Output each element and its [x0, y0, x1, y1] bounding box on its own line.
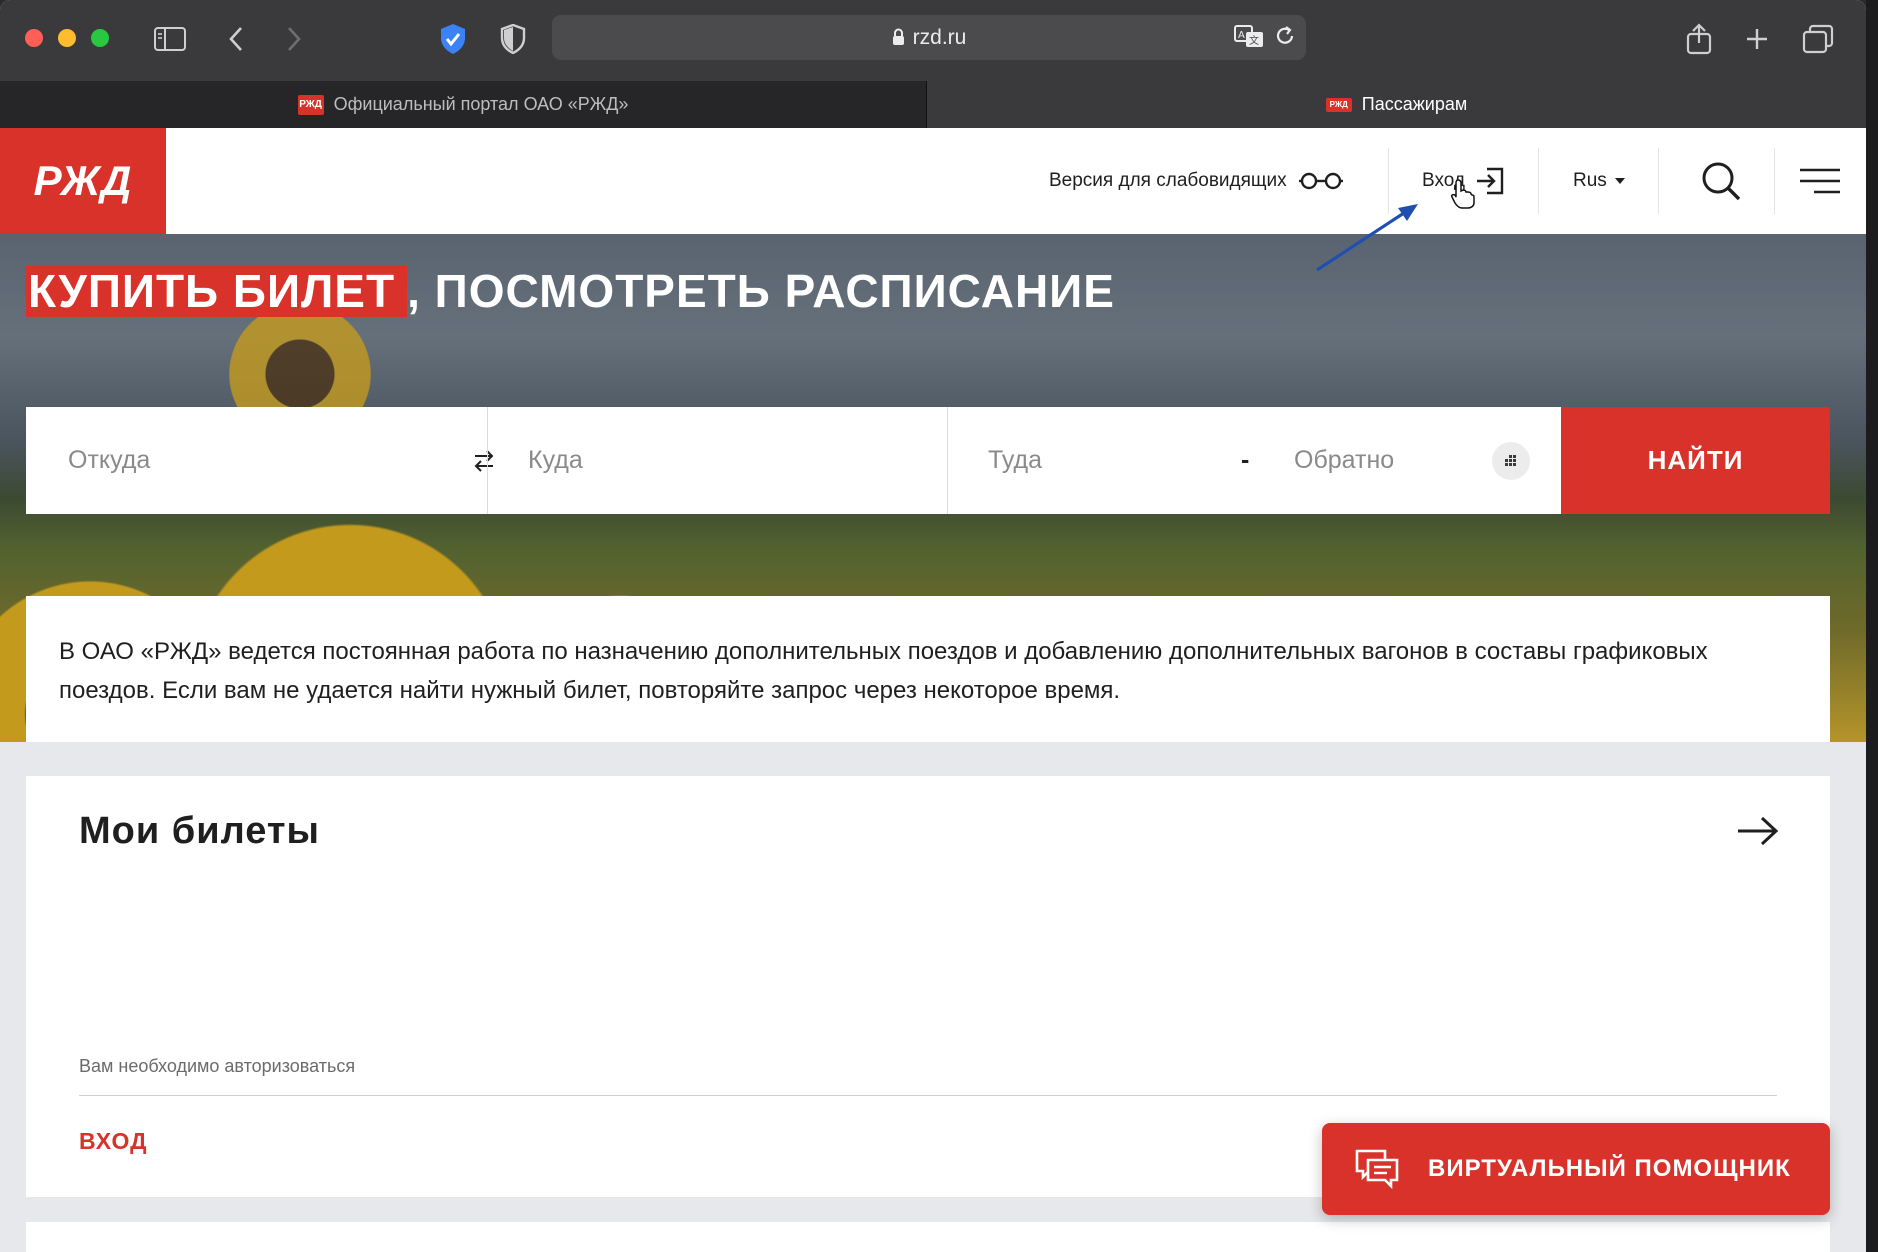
depart-date-field[interactable]: Туда [988, 407, 1042, 514]
browser-toolbar: rzd.ru A文 [0, 0, 1866, 81]
language-selector[interactable]: Rus [1573, 128, 1625, 234]
virtual-assistant-button[interactable]: ВИРТУАЛЬНЫЙ ПОМОЩНИК [1322, 1123, 1830, 1215]
accessibility-version-link[interactable]: Версия для слабовидящих [1049, 128, 1343, 234]
share-icon[interactable] [1684, 20, 1714, 58]
arrow-right-icon[interactable] [1737, 816, 1779, 851]
to-field[interactable]: Куда [528, 407, 583, 514]
sidebar-icon[interactable] [152, 20, 188, 58]
tab-label: Официальный портал ОАО «РЖД» [333, 94, 629, 114]
auth-hint: Вам необходимо авторизоваться [79, 1056, 356, 1076]
browser-window: rzd.ru A文 РЖД Официальный портал ОАО «РЖ… [0, 0, 1866, 1252]
hero-banner: КУПИТЬ БИЛЕТ, ПОСМОТРЕТЬ РАСПИСАНИЕ Отку… [0, 234, 1866, 742]
scrollbar[interactable] [1866, 0, 1878, 1252]
tab-rzd-portal[interactable]: РЖД Официальный портал ОАО «РЖД» [0, 81, 927, 128]
divider [79, 1095, 1777, 1096]
url-domain: rzd.ru [912, 26, 967, 49]
chat-icon [1354, 1148, 1400, 1190]
ticket-search-form: Откуда Куда Туда - Обратно НАЙТИ [26, 407, 1830, 514]
close-window-button[interactable] [25, 29, 43, 47]
rzd-favicon: РЖД [1325, 97, 1352, 112]
accessibility-label: Версия для слабовидящих [1049, 170, 1287, 191]
tab-label: Пассажирам [1361, 94, 1468, 114]
new-tab-icon[interactable] [1742, 20, 1772, 58]
zoom-window-button[interactable] [91, 29, 109, 47]
shield-check-icon[interactable] [438, 20, 468, 58]
field-divider [947, 407, 948, 514]
hero-title: КУПИТЬ БИЛЕТ, ПОСМОТРЕТЬ РАСПИСАНИЕ [26, 264, 1115, 318]
info-notice: В ОАО «РЖД» ведется постоянная работа по… [26, 596, 1830, 742]
header-divider [1774, 148, 1775, 214]
rzd-logo[interactable]: РЖД [0, 128, 166, 234]
reload-icon[interactable] [1270, 17, 1300, 55]
date-range-dash: - [1241, 446, 1250, 474]
notice-text: В ОАО «РЖД» ведется постоянная работа по… [59, 638, 1708, 704]
hero-title-highlight: КУПИТЬ БИЛЕТ [26, 265, 408, 317]
my-tickets-title: Мои билеты [79, 810, 320, 852]
next-card [26, 1222, 1830, 1252]
lock-icon [892, 17, 905, 62]
glasses-icon [1298, 172, 1343, 190]
login-icon [1475, 166, 1505, 196]
svg-text:文: 文 [1249, 34, 1259, 47]
rzd-favicon: РЖД [297, 94, 324, 115]
dropdown-caret-icon [1614, 178, 1625, 184]
header-divider [1538, 148, 1539, 214]
find-button[interactable]: НАЙТИ [1561, 407, 1830, 514]
translate-icon[interactable]: A文 [1232, 17, 1266, 55]
svg-text:A: A [1238, 30, 1245, 41]
return-date-field[interactable]: Обратно [1294, 407, 1394, 514]
header-divider [1658, 148, 1659, 214]
field-divider [487, 407, 488, 514]
calendar-icon[interactable] [1492, 407, 1530, 514]
pointer-cursor-icon [1451, 179, 1475, 209]
assistant-label: ВИРТУАЛЬНЫЙ ПОМОЩНИК [1428, 1155, 1791, 1182]
hero-title-rest: , ПОСМОТРЕТЬ РАСПИСАНИЕ [407, 265, 1115, 317]
back-icon[interactable] [222, 20, 250, 58]
language-label: Rus [1573, 170, 1607, 191]
search-icon[interactable] [1700, 128, 1742, 234]
tab-overview-icon[interactable] [1801, 20, 1835, 58]
site-header: РЖД Версия для слабовидящих Вход Rus [0, 128, 1866, 234]
forward-icon[interactable] [280, 20, 308, 58]
annotation-arrow-icon [1316, 204, 1418, 272]
tab-passengers[interactable]: РЖД Пассажирам [927, 81, 1866, 128]
menu-icon[interactable] [1800, 128, 1840, 234]
minimize-window-button[interactable] [58, 29, 76, 47]
tab-bar: РЖД Официальный портал ОАО «РЖД» РЖД Пас… [0, 81, 1866, 128]
address-bar[interactable]: rzd.ru A文 [552, 15, 1306, 60]
swap-icon[interactable] [472, 407, 496, 514]
privacy-shield-icon[interactable] [499, 20, 527, 58]
from-field[interactable]: Откуда [68, 407, 150, 514]
address-bar-text: rzd.ru [552, 15, 1306, 62]
tickets-login-link[interactable]: ВХОД [79, 1128, 147, 1155]
